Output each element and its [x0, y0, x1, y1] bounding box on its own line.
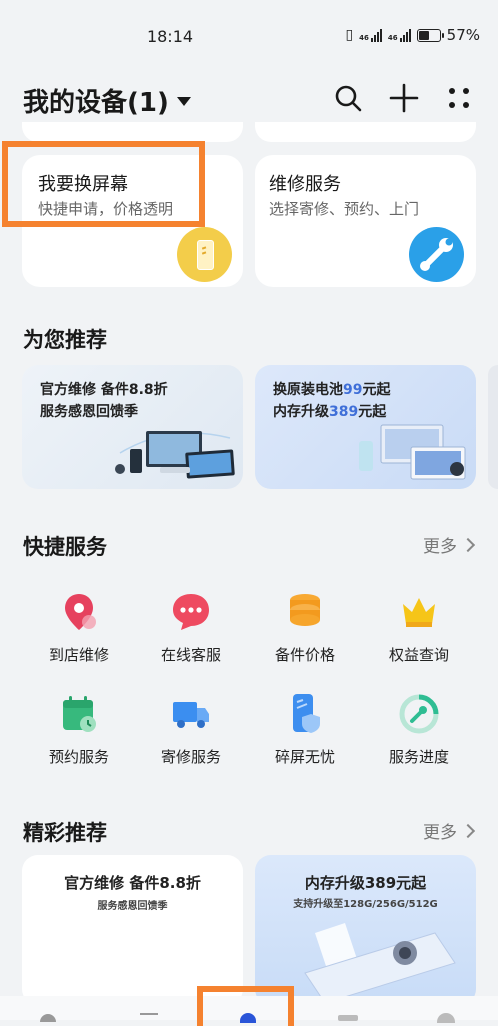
battery-percent: 57% [446, 26, 480, 44]
wrench-icon [409, 227, 464, 282]
card-title: 维修服务 [269, 174, 341, 195]
tap-highlight-box-nav [197, 986, 294, 1026]
phone-illustration [304, 923, 456, 1003]
search-icon[interactable] [332, 82, 364, 114]
banner-peek [488, 365, 498, 489]
section-title-recommend: 为您推荐 [23, 328, 107, 352]
chevron-right-icon [460, 537, 476, 552]
promo-subtitle: 支持升级至128G/256G/512G [293, 899, 438, 910]
featured-card-1[interactable]: 官方维修 备件8.8折 服务感恩回馈季 [22, 855, 243, 1005]
delivery-truck-icon [169, 692, 213, 736]
coin-stack-icon [283, 590, 327, 634]
signal-icon-1: 46 [359, 28, 382, 42]
service-label: 到店维修 [48, 646, 109, 664]
progress-wrench-icon [397, 692, 441, 736]
service-online-support[interactable]: 在线客服 [135, 590, 247, 665]
vibrate-icon: ▯ [345, 27, 354, 43]
service-parts-price[interactable]: 备件价格 [249, 590, 361, 665]
battery-icon [416, 28, 444, 42]
service-label: 备件价格 [274, 646, 335, 664]
chevron-right-icon [460, 823, 476, 838]
phone-shield-icon [283, 692, 327, 736]
banner-line-1: 官方维修 备件8.8折 [40, 382, 168, 398]
tap-highlight-box [2, 141, 205, 227]
promo-title: 内存升级389元起 [304, 874, 427, 892]
location-pin-icon [57, 590, 101, 634]
more-dots-icon[interactable] [443, 82, 475, 114]
recommend-banner-2[interactable]: 换原装电池99元起 内存升级389元起 [255, 365, 476, 489]
service-label: 权益查询 [388, 646, 449, 664]
quick-more-link[interactable]: 更多 [423, 532, 476, 557]
nav-icon-4[interactable] [338, 1015, 358, 1021]
service-label: 碎屏无忧 [274, 748, 335, 766]
recommend-banner-1[interactable]: 官方维修 备件8.8折 服务感恩回馈季 [22, 365, 243, 489]
featured-more-link[interactable]: 更多 [423, 818, 476, 843]
calendar-clock-icon [57, 692, 101, 736]
crown-icon [397, 590, 441, 634]
service-label: 服务进度 [388, 748, 449, 766]
card-peek-right [255, 122, 476, 142]
dropdown-caret-icon [176, 97, 191, 106]
device-selector[interactable]: 我的设备(1) [23, 82, 191, 119]
repair-service-card[interactable]: 维修服务 选择寄修、预约、上门 [255, 155, 476, 287]
phone-screen-icon [177, 227, 232, 282]
network-type-label-2: 46 [387, 33, 398, 42]
service-appointment[interactable]: 预约服务 [23, 692, 135, 767]
section-title-quick: 快捷服务 [23, 535, 107, 559]
status-icons: ▯ 46 46 57% [345, 26, 480, 44]
service-benefits-query[interactable]: 权益查询 [363, 590, 475, 665]
network-type-label: 46 [359, 33, 369, 42]
chat-bubble-icon [169, 590, 213, 634]
devices-illustration-2 [359, 424, 466, 480]
service-progress[interactable]: 服务进度 [363, 692, 475, 767]
page-title: 我的设备(1) [23, 88, 169, 118]
service-label: 预约服务 [48, 748, 109, 766]
featured-card-2[interactable]: 内存升级389元起 支持升级至128G/256G/512G [255, 855, 476, 1005]
add-icon[interactable] [388, 82, 420, 114]
service-label: 在线客服 [160, 646, 221, 664]
banner-line-1: 换原装电池99元起 [273, 382, 391, 398]
section-title-featured: 精彩推荐 [23, 821, 107, 845]
signal-icon-2: 46 [387, 28, 411, 42]
card-peek-left [22, 122, 243, 142]
devices-illustration [115, 431, 235, 479]
service-mail-repair[interactable]: 寄修服务 [135, 692, 247, 767]
service-store-repair[interactable]: 到店维修 [23, 590, 135, 665]
banner-line-2: 服务感恩回馈季 [40, 404, 138, 420]
card-subtitle: 选择寄修、预约、上门 [269, 200, 420, 218]
promo-subtitle: 服务感恩回馈季 [97, 901, 168, 912]
service-screen-protection[interactable]: 碎屏无忧 [249, 692, 361, 767]
status-time: 18:14 [146, 27, 194, 46]
promo-title: 官方维修 备件8.8折 [64, 874, 201, 892]
service-label: 寄修服务 [160, 748, 221, 766]
